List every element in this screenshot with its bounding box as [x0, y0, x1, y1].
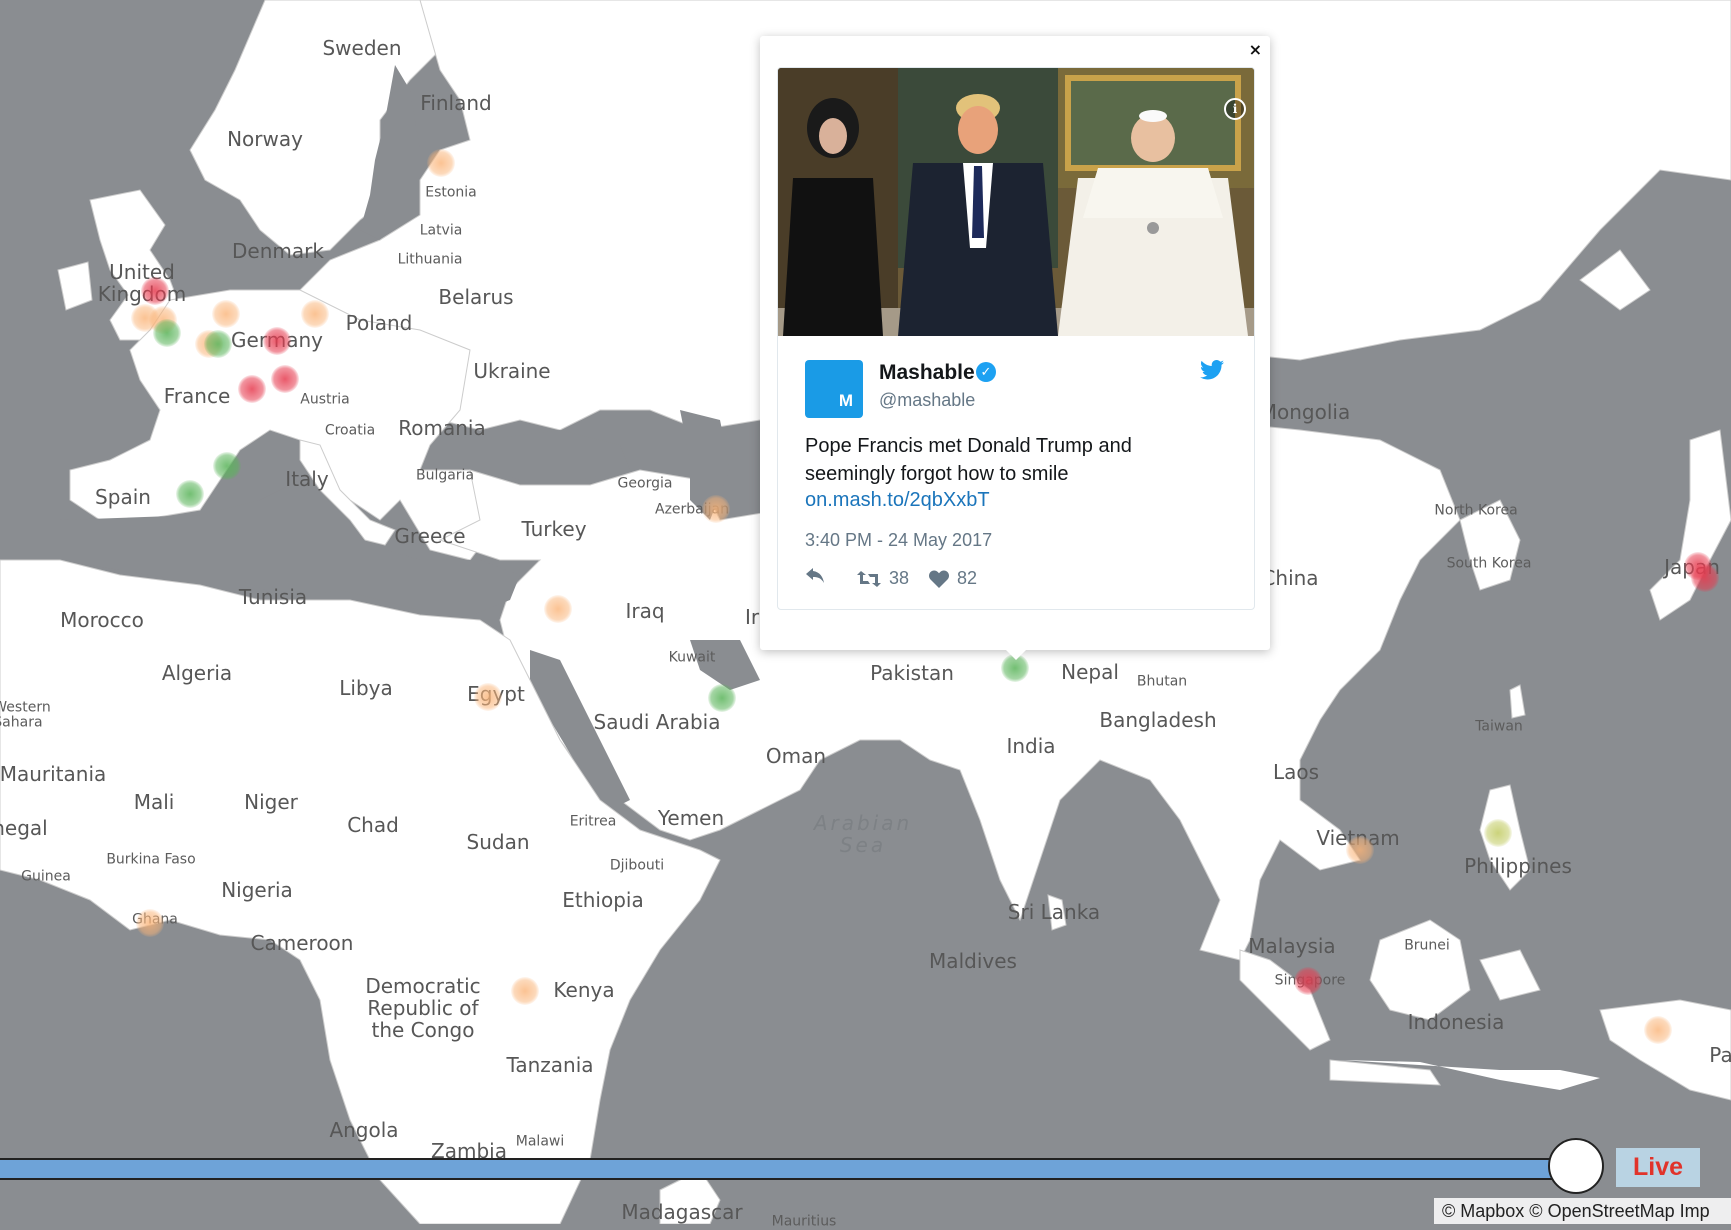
sentiment-marker-orange[interactable]: [544, 595, 572, 623]
tweet-timestamp[interactable]: 3:40 PM - 24 May 2017: [805, 530, 992, 551]
like-count: 82: [957, 568, 978, 588]
close-icon[interactable]: ×: [1249, 40, 1262, 59]
reply-icon: [806, 568, 824, 583]
heart-icon: [929, 570, 949, 588]
sentiment-marker-orange[interactable]: [511, 977, 539, 1005]
tweet-link[interactable]: on.mash.to/2qbXxbT: [805, 489, 990, 512]
retweet-count: 38: [889, 568, 910, 588]
retweet-button[interactable]: 38: [857, 568, 909, 589]
sentiment-marker-green[interactable]: [213, 452, 241, 480]
sentiment-marker-orange[interactable]: [136, 909, 164, 937]
sentiment-marker-green[interactable]: [176, 480, 204, 508]
sentiment-marker-red[interactable]: [238, 375, 266, 403]
sentiment-marker-red[interactable]: [1294, 967, 1322, 995]
retweet-icon: [857, 570, 881, 587]
verified-badge-icon: ✓: [976, 362, 996, 382]
tweet-text: Pope Francis met Donald Trump and seemin…: [805, 435, 1132, 485]
timeline-slider-handle[interactable]: [1548, 1138, 1604, 1194]
sentiment-marker-orange[interactable]: [702, 495, 730, 523]
map-attribution[interactable]: © Mapbox © OpenStreetMap Imp: [1434, 1198, 1731, 1224]
sentiment-marker-orange[interactable]: [474, 683, 502, 711]
sentiment-marker-red[interactable]: [263, 327, 291, 355]
sentiment-marker-orange[interactable]: [427, 149, 455, 177]
tweet-photo[interactable]: [778, 68, 1254, 336]
author-handle[interactable]: @mashable: [879, 390, 975, 411]
info-icon[interactable]: i: [1224, 98, 1246, 120]
live-button[interactable]: Live: [1616, 1148, 1700, 1187]
sentiment-marker-orange[interactable]: [301, 300, 329, 328]
sentiment-marker-green[interactable]: [153, 319, 181, 347]
tweet-popup: × i M Mashable ✓ @mashable Pope Francis …: [760, 36, 1270, 660]
sentiment-marker-red[interactable]: [271, 365, 299, 393]
reply-button[interactable]: [805, 568, 825, 584]
sentiment-marker-orange[interactable]: [1644, 1016, 1672, 1044]
sentiment-marker-red[interactable]: [141, 277, 169, 305]
twitter-bird-icon[interactable]: [1200, 360, 1224, 380]
avatar-letter: M: [838, 391, 853, 410]
sentiment-marker-green[interactable]: [708, 684, 736, 712]
sentiment-marker-orange[interactable]: [1346, 836, 1374, 864]
sentiment-marker-red[interactable]: [1691, 564, 1719, 592]
embedded-tweet[interactable]: i M Mashable ✓ @mashable Pope Francis me…: [777, 67, 1255, 610]
avatar[interactable]: M: [805, 360, 863, 418]
sentiment-marker-orange[interactable]: [212, 300, 240, 328]
sentiment-marker-green[interactable]: [204, 330, 232, 358]
author-name[interactable]: Mashable: [879, 361, 975, 385]
timeline-slider-track[interactable]: [0, 1158, 1555, 1180]
like-button[interactable]: 82: [929, 568, 977, 589]
sentiment-marker-yellow[interactable]: [1484, 819, 1512, 847]
